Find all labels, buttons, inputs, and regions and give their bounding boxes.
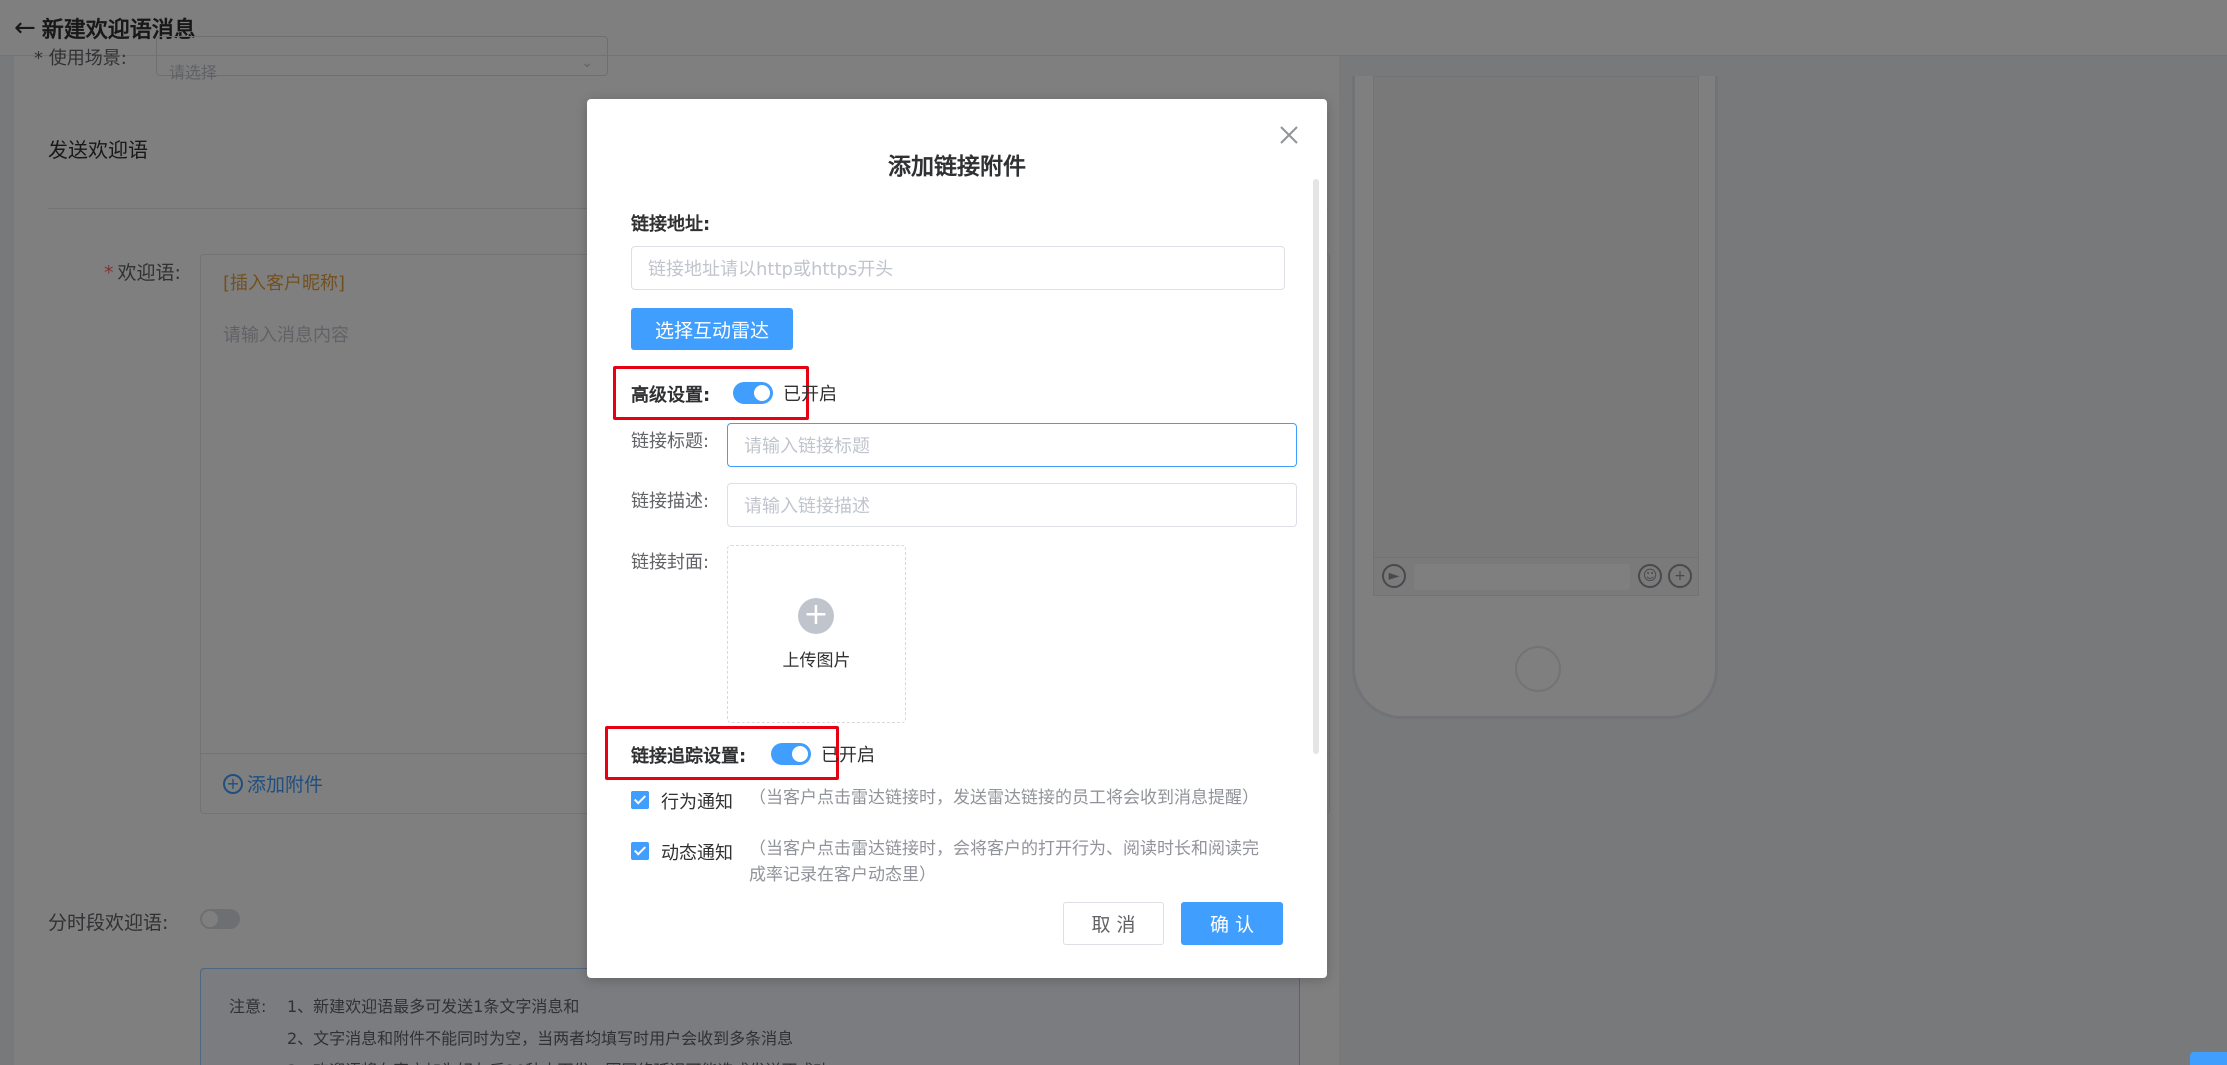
link-desc-input[interactable]: 请输入链接描述 xyxy=(727,483,1297,527)
cancel-button[interactable]: 取 消 xyxy=(1063,902,1164,945)
upload-image-label: 上传图片 xyxy=(782,651,851,671)
dynamic-notice-desc: （当客户点击雷达链接时，会将客户的打开行为、阅读时长和阅读完 xyxy=(749,839,1259,859)
link-url-placeholder: 链接地址请以http或https开头 xyxy=(648,259,894,280)
link-title-input[interactable]: 请输入链接标题 xyxy=(727,423,1297,467)
advanced-settings-status: 已开启 xyxy=(783,384,837,405)
dynamic-notice-desc: 成率记录在客户动态里） xyxy=(749,865,936,885)
advanced-settings-label: 高级设置: xyxy=(631,385,711,406)
link-title-placeholder: 请输入链接标题 xyxy=(744,436,870,457)
upload-image-button[interactable]: + 上传图片 xyxy=(727,545,906,723)
select-radar-button[interactable]: 选择互动雷达 xyxy=(631,308,793,350)
confirm-button[interactable]: 确 认 xyxy=(1181,902,1283,945)
link-title-label: 链接标题: xyxy=(631,431,710,452)
link-url-label: 链接地址: xyxy=(631,214,711,235)
tracking-settings-status: 已开启 xyxy=(821,745,875,766)
behavior-notice-desc: （当客户点击雷达链接时，发送雷达链接的员工将会收到消息提醒） xyxy=(749,788,1259,808)
behavior-notice-checkbox[interactable] xyxy=(631,791,649,809)
link-desc-label: 链接描述: xyxy=(631,491,710,512)
behavior-notice-label[interactable]: 行为通知 xyxy=(661,788,733,814)
advanced-settings-switch[interactable] xyxy=(733,382,773,404)
tracking-settings-label: 链接追踪设置: xyxy=(631,746,747,767)
link-desc-placeholder: 请输入链接描述 xyxy=(744,496,870,517)
tracking-settings-switch[interactable] xyxy=(771,743,811,765)
link-url-input[interactable]: 链接地址请以http或https开头 xyxy=(631,246,1285,290)
plus-icon: + xyxy=(798,598,834,634)
add-link-attachment-dialog: 添加链接附件 链接地址: 链接地址请以http或https开头 选择互动雷达 高… xyxy=(587,99,1327,978)
close-icon[interactable] xyxy=(1277,123,1301,147)
dynamic-notice-checkbox[interactable] xyxy=(631,842,649,860)
link-cover-label: 链接封面: xyxy=(631,552,710,573)
dialog-scrollbar[interactable] xyxy=(1313,179,1319,754)
dynamic-notice-label[interactable]: 动态通知 xyxy=(661,839,733,865)
corner-widget[interactable] xyxy=(2190,1052,2227,1065)
dialog-title: 添加链接附件 xyxy=(888,154,1026,180)
